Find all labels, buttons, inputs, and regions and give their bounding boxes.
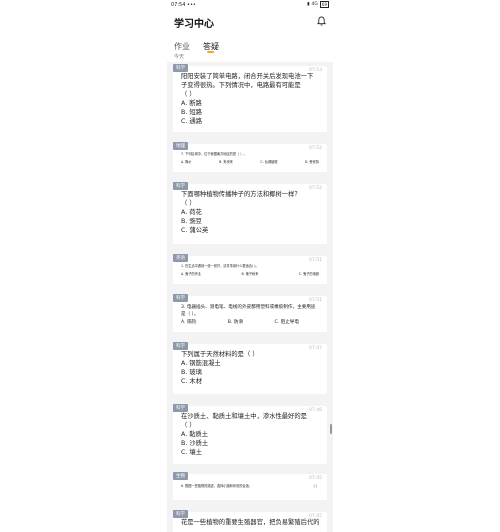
subject-tag: 科学 [173,342,188,350]
question-text: 7. 下列区域中，位于我国南方地区的是（ ）。 [181,152,247,156]
option-b: B. 玻璃 [181,369,202,376]
subject-tag: 科学 [173,294,188,302]
option-row: A. 鬼子的作业 B. 鬼子树来 C. 鬼子的电频 [181,272,319,277]
option-b: B. 夹块来 [219,160,233,164]
signal-icon: ▮ [307,2,310,7]
question-card[interactable]: 科学 07:45 花是一些植物的重要生殖器官，把负易繁殖后代的 [173,510,327,532]
subject-tag: 科学 [173,64,188,72]
question-card[interactable]: 科学 07:53 阳阳安装了简单电路，闭合开关后发现电池一下子变得很热。下列情况… [173,64,327,132]
question-text: 3. 电器插头、测电笔、电线的外皮都用塑料或橡胶制作，主要用途是（ ）。 [181,305,316,317]
question-text: 阳阳安装了简单电路，闭合开关后发现电池一下子变得很热。下列情况中，电路最有可能是 [181,73,314,89]
question-text: 在沙质土、黏质土和壤土中，渗水性最好的是 [181,413,307,420]
subject-tag: 科学 [173,182,188,190]
option-c: C. 通路 [181,118,202,125]
card-time: 07:52 [309,146,322,151]
network-label: 4G [311,2,318,7]
phone-screen: 07:54 ••• ▮ 4G 69 学习中心 作业 答疑 今天 科学 07:53… [167,0,333,532]
option-row: A. 降价 B. 夹块来 C. 台湖被贼 D. 旁安特 [181,160,319,165]
option-b: B. 豌豆 [181,218,202,225]
option-b: B. 鬼子树来 [241,272,259,276]
status-bar: 07:54 ••• ▮ 4G 69 [167,0,333,9]
subject-tag: 地理 [173,142,188,150]
question-blank: （ ） [181,91,196,98]
scrollbar[interactable] [330,424,332,434]
subject-tag: 英语 [173,254,188,262]
tab-indicator [207,51,214,53]
option-row: A. 隔热 B. 防滑 C. 阻止导电 [181,319,319,326]
card-time: 07:45 [309,476,322,481]
option-c: C. 台湖被贼 [260,160,278,164]
question-blank: （ ） [181,422,196,429]
option-a: A. 鬼子的作业 [181,272,202,276]
bell-icon[interactable] [317,16,326,26]
subject-tag: 科学 [173,510,188,518]
question-card[interactable]: 科学 07:51 3. 电器插头、测电笔、电线的外皮都用塑料或橡胶制作，主要用途… [173,294,327,332]
question-text: 花是一些植物的重要生殖器官，把负易繁殖后代的 [181,519,319,526]
question-text: 1. 在生活中遇到一张一张开，这件事用什么更适合( )。 [181,264,259,268]
question-text: 下列属于天然材料的是（ ） [181,351,259,358]
card-time: 07:51 [309,258,322,263]
battery-icon: 69 [319,1,329,8]
question-text: 下面哪种植物传播种子的方法和椰树一样？ [181,191,301,198]
option-a: A. 降价 [181,160,192,164]
tab-homework[interactable]: 作业 [174,41,190,52]
option-c: C. 鬼子的电频 [298,272,319,276]
question-card[interactable]: 英语 07:51 1. 在生活中遇到一张一张开，这件事用什么更适合( )。 A.… [173,254,327,284]
status-icons: ▮ 4G 69 [307,1,329,8]
question-text: 6. 根据一些植物的描述，选择小题和你说的合适。 [181,484,252,488]
option-b: B. 沙质土 [181,440,209,447]
question-blank: （ ） [311,484,319,488]
option-b: B. 防滑 [227,320,243,325]
card-time: 07:51 [309,298,322,303]
subject-tag: 生物 [173,472,188,480]
question-card[interactable]: 科学 07:52 下面哪种植物传播种子的方法和椰树一样？ （ ） A. 荷花 B… [173,182,327,244]
question-card[interactable]: 地理 07:52 7. 下列区域中，位于我国南方地区的是（ ）。 A. 降价 B… [173,142,327,172]
option-a: A. 黏质土 [181,431,209,438]
option-a: A. 隔热 [181,320,197,325]
subject-tag: 科学 [173,404,188,412]
option-b: B. 短路 [181,109,202,116]
option-c: C. 木材 [181,378,202,385]
status-time: 07:54 ••• [171,1,196,8]
option-a: A. 断路 [181,100,202,107]
option-c: C. 阻止导电 [274,320,299,325]
option-a: A. 荷花 [181,209,202,216]
option-a: A. 钢筋混凝土 [181,360,221,367]
page-title: 学习中心 [174,19,214,30]
section-today: 今天 [167,53,333,62]
question-card[interactable]: 科学 07:46 在沙质土、黏质土和壤土中，渗水性最好的是 （ ） A. 黏质土… [173,404,327,464]
option-c: C. 壤土 [181,449,202,456]
option-c: C. 蒲公英 [181,227,209,234]
question-card[interactable]: 生物 07:45 6. 根据一些植物的描述，选择小题和你说的合适。 （ ） [173,472,327,500]
tab-bar: 作业 答疑 [167,40,333,53]
question-card[interactable]: 科学 07:47 下列属于天然材料的是（ ） A. 钢筋混凝土 B. 玻璃 C.… [173,342,327,394]
option-d: D. 旁安特 [304,160,319,164]
question-blank: （ ） [181,200,196,207]
